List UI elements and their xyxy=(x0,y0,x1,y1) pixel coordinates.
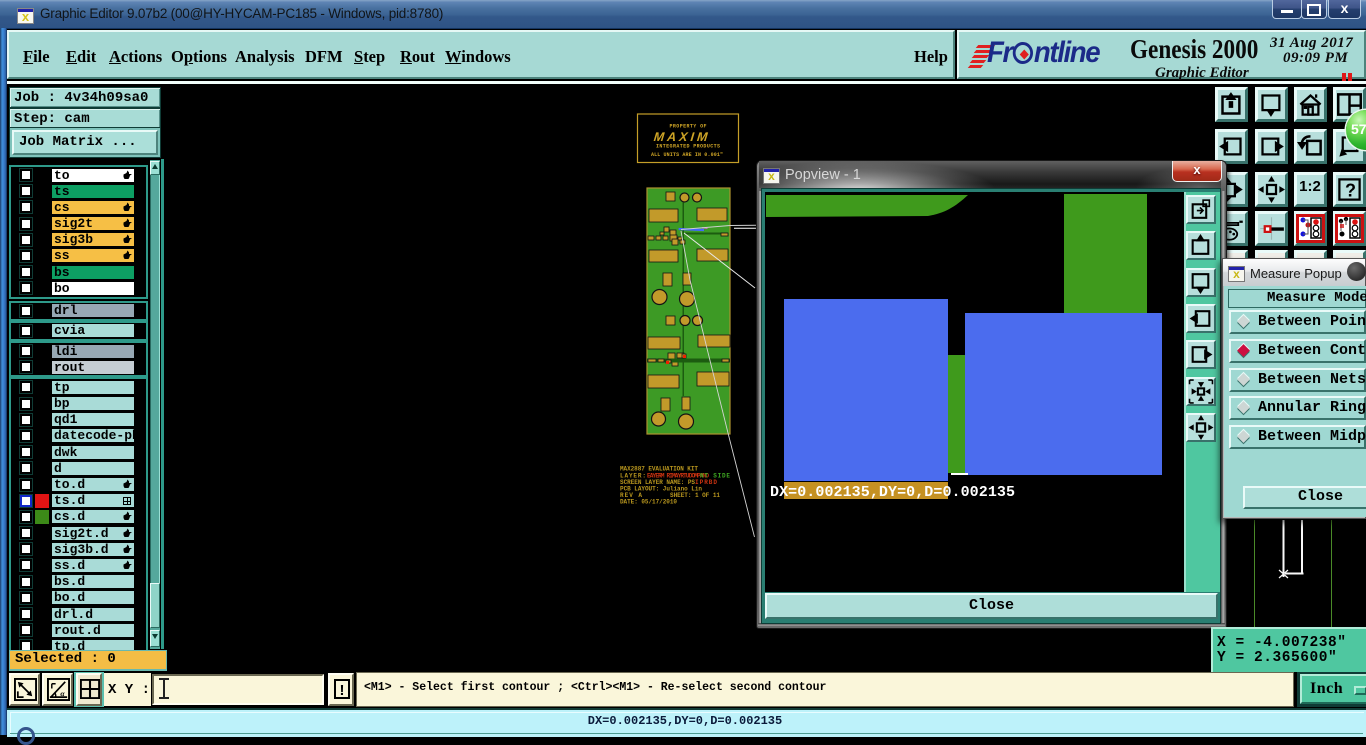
svg-text:DX=0.002135,DY=0,D=0.002135: DX=0.002135,DY=0,D=0.002135 xyxy=(770,484,1015,501)
svg-text:SHEET: 1 OF 11: SHEET: 1 OF 11 xyxy=(670,492,720,499)
svg-text:PROPERTY OF: PROPERTY OF xyxy=(670,124,707,130)
svg-text:INTEGRATED PRODUCTS: INTEGRATED PRODUCTS xyxy=(656,144,720,150)
svg-text:?: ? xyxy=(1345,180,1356,200)
svg-text:DATE: 05/17/2010: DATE: 05/17/2010 xyxy=(620,499,677,506)
svg-text:ALL UNITS ARE IN 0.001": ALL UNITS ARE IN 0.001" xyxy=(651,152,723,158)
svg-text:MAX2887 EVALUATION KIT: MAX2887 EVALUATION KIT xyxy=(620,466,698,473)
svg-text:IPRBD: IPRBD xyxy=(695,479,717,486)
svg-text:α: α xyxy=(60,689,65,698)
svg-text:MAXIM: MAXIM xyxy=(653,130,711,144)
